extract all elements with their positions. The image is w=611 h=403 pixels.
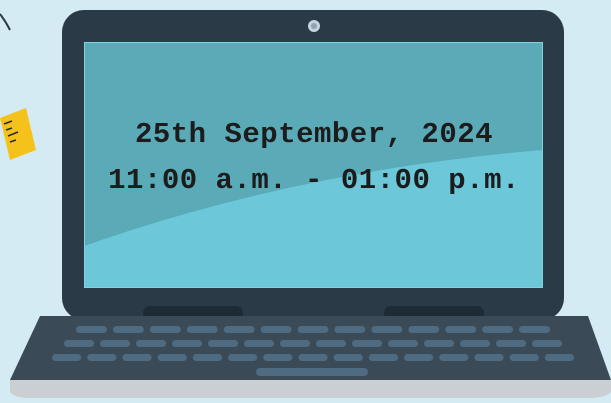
keyboard-key	[172, 340, 202, 347]
keyboard-key	[112, 326, 144, 333]
keyboard-key	[424, 340, 454, 347]
keyboard-key	[368, 354, 398, 361]
keyboard-key	[482, 326, 514, 333]
keyboard-key	[445, 326, 477, 333]
keyboard-key	[157, 354, 187, 361]
screen-text: 25th September, 2024 11:00 a.m. - 01:00 …	[86, 112, 542, 204]
keyboard-key	[122, 354, 152, 361]
keyboard-key	[208, 340, 238, 347]
keyboard-key	[100, 340, 130, 347]
keyboard-key	[388, 340, 418, 347]
event-card: 25th September, 2024 11:00 a.m. - 01:00 …	[0, 0, 611, 403]
keyboard-key	[52, 354, 82, 361]
keyboard-key	[371, 326, 403, 333]
trackpad	[256, 368, 368, 376]
keyboard-key	[532, 340, 562, 347]
event-date: 25th September, 2024	[134, 118, 494, 151]
keyboard-key	[136, 340, 166, 347]
laptop-base-edge	[10, 380, 611, 398]
keyboard-key	[439, 354, 469, 361]
keyboard-key	[87, 354, 117, 361]
keyboard-key	[334, 326, 366, 333]
keyboard-key	[474, 354, 504, 361]
keyboard-key	[404, 354, 434, 361]
keyboard-key	[460, 340, 490, 347]
keyboard-key	[408, 326, 440, 333]
keyboard-key	[297, 326, 329, 333]
keyboard-key	[496, 340, 526, 347]
keyboard-key	[333, 354, 363, 361]
keyboard-key	[352, 340, 382, 347]
keyboard-key	[280, 340, 310, 347]
keyboard-key	[192, 354, 222, 361]
keyboard-key	[509, 354, 539, 361]
keyboard-key	[76, 326, 107, 333]
keyboard-key	[64, 340, 94, 347]
keyboard-key	[519, 326, 550, 333]
keyboard-key	[186, 326, 218, 333]
keyboard-key	[149, 326, 181, 333]
keyboard-key	[223, 326, 255, 333]
keyboard-key	[298, 354, 328, 361]
keyboard-key	[228, 354, 258, 361]
keyboard-key	[316, 340, 346, 347]
event-time: 11:00 a.m. - 01:00 p.m.	[108, 164, 520, 197]
laptop-icon	[10, 10, 611, 398]
keyboard-key	[260, 326, 292, 333]
keyboard-key	[263, 354, 293, 361]
keyboard-key	[244, 340, 274, 347]
keyboard-key	[544, 354, 574, 361]
